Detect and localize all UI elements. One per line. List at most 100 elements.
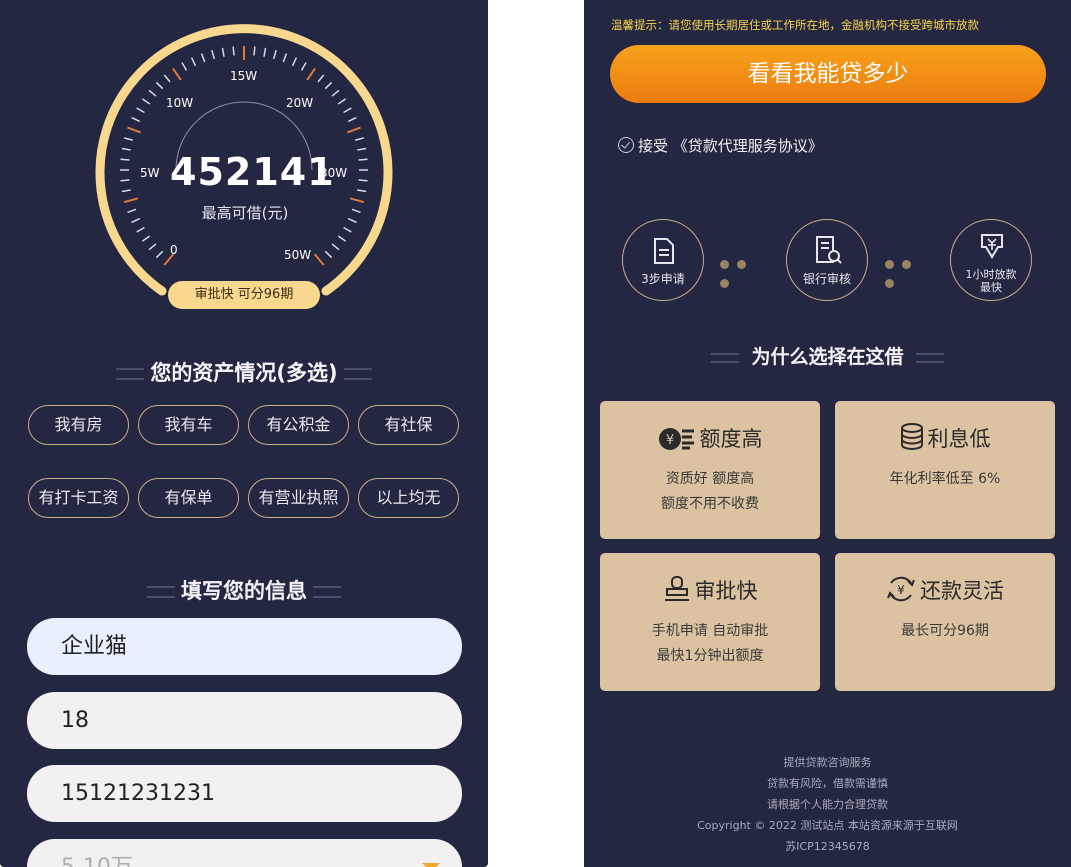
gauge-tick — [349, 197, 365, 204]
gauge-label-5w: 5W — [140, 166, 160, 180]
document-icon — [654, 238, 674, 264]
max-loan-label: 最高可借(元) — [201, 204, 289, 222]
agreement-row[interactable]: 接受 《贷款代理服务协议》 — [618, 135, 823, 156]
step-disburse-label: 1小时放款 — [965, 268, 1017, 281]
gauge-tick — [136, 226, 145, 233]
asset-option-none[interactable]: 以上均无 — [358, 478, 459, 518]
age-input[interactable]: 18 — [27, 692, 462, 749]
gauge-tick — [141, 235, 151, 242]
card-head: ¥ 额度高 — [600, 423, 820, 453]
agree-check-icon[interactable] — [618, 137, 634, 153]
card-flexible-repayment: ¥ 还款灵活 最长可分96期 — [835, 553, 1055, 691]
loan-amount-select[interactable]: 5-10万 — [27, 839, 462, 867]
name-input[interactable]: 企业猫 — [27, 618, 462, 675]
gauge-tick — [127, 126, 141, 134]
why-title-text: 为什么选择在这借 — [751, 346, 904, 368]
gauge-tick — [282, 53, 288, 63]
footer-line: 提供贷款咨询服务 — [783, 756, 872, 769]
card-title: 还款灵活 — [920, 579, 1004, 603]
gauge-tick — [148, 243, 157, 251]
gauge-tick — [211, 50, 215, 60]
yen-download-icon — [981, 234, 1003, 259]
gauge-tick — [306, 67, 316, 81]
title-decoration — [313, 586, 341, 598]
yen-cycle-icon: ¥ — [887, 576, 915, 602]
card-head: 利息低 — [835, 423, 1055, 453]
card-line: 额度不用不收费 — [661, 496, 759, 512]
gauge-label-15w: 15W — [230, 69, 258, 83]
gauge-label-20w: 20W — [286, 96, 314, 110]
card-fast-approval: 审批快 手机申请 自动审批 最快1分钟出额度 — [600, 553, 820, 691]
gauge-tick — [124, 137, 134, 141]
gauge-tick — [120, 158, 130, 161]
gauge-tick — [357, 189, 367, 193]
asset-option-house[interactable]: 我有房 — [28, 405, 129, 445]
card-head: 审批快 — [600, 575, 820, 605]
card-desc: 资质好 额度高 额度不用不收费 — [600, 467, 820, 517]
gauge-tick — [300, 62, 307, 71]
card-low-interest: 利息低 年化利率低至 6% — [835, 401, 1055, 539]
gauge-label-10w: 10W — [166, 96, 194, 110]
card-line: 手机申请 自动审批 — [651, 623, 769, 639]
asset-option-salary[interactable]: 有打卡工资 — [28, 478, 129, 518]
gauge-tick — [263, 47, 267, 57]
card-desc: 手机申请 自动审批 最快1分钟出额度 — [600, 619, 820, 669]
asset-option-business-license[interactable]: 有营业执照 — [248, 478, 349, 518]
asset-option-social-security[interactable]: 有社保 — [358, 405, 459, 445]
phone-input[interactable]: 15121231231 — [27, 765, 462, 822]
card-desc: 年化利率低至 6% — [835, 467, 1055, 492]
card-line: 资质好 额度高 — [665, 471, 755, 487]
agree-prefix: 接受 — [638, 137, 669, 155]
asset-option-insurance[interactable]: 有保单 — [138, 478, 239, 518]
gauge-tick — [155, 250, 164, 259]
agreement-link[interactable]: 《贷款代理服务协议》 — [673, 137, 823, 155]
gauge-label-50w: 50W — [284, 248, 312, 262]
step-apply: 3步申请 — [622, 219, 704, 301]
card-title: 额度高 — [699, 427, 763, 451]
gauge-tick — [232, 46, 235, 56]
footer: 提供贷款咨询服务 贷款有风险，借款需谨慎 请根据个人能力合理贷款 Copyrig… — [584, 752, 1071, 857]
title-decoration — [116, 368, 145, 380]
gauge-tick — [200, 53, 206, 63]
loan-amount-value: 5-10万 — [61, 855, 133, 867]
loan-gauge: 0 5W 10W 15W 20W 30W 50W 452141 最高可借(元) … — [0, 0, 488, 320]
svg-text:¥: ¥ — [897, 583, 905, 597]
warm-tip: 温馨提示：请您使用长期居住或工作所在地，金融机构不接受跨城市放款 — [611, 18, 979, 32]
assets-section-title: 您的资产情况(多选) — [0, 357, 488, 387]
footer-icp[interactable]: 苏ICP12345678 — [584, 836, 1071, 857]
gauge-tick — [121, 189, 131, 193]
step-review: 银行审核 — [786, 219, 868, 301]
gauge-tick — [273, 50, 277, 60]
svg-text:¥: ¥ — [665, 433, 673, 448]
title-decoration — [915, 352, 944, 363]
gauge-tick — [354, 137, 364, 141]
card-desc: 最长可分96期 — [835, 619, 1055, 644]
gauge-tick — [148, 89, 157, 97]
info-title-text: 填写您的信息 — [181, 579, 307, 603]
gauge-tick — [324, 250, 333, 259]
max-loan-amount: 452141 — [170, 150, 335, 194]
gauge-tick — [163, 74, 171, 83]
title-decoration — [147, 586, 175, 598]
asset-option-housing-fund[interactable]: 有公积金 — [248, 405, 349, 445]
gauge-tick — [155, 81, 164, 90]
gauge-tick — [337, 98, 347, 105]
gauge-tick — [347, 217, 357, 224]
step-disburse: 1小时放款 最快 — [950, 219, 1032, 301]
gauge-tick — [190, 57, 197, 67]
gauge-tick — [141, 98, 151, 105]
gauge-tick — [357, 147, 367, 151]
step-dots — [720, 254, 768, 288]
left-screen: 0 5W 10W 15W 20W 30W 50W 452141 最高可借(元) … — [0, 0, 488, 867]
card-line: 最长可分96期 — [901, 623, 989, 639]
asset-option-car[interactable]: 我有车 — [138, 405, 239, 445]
gauge-tick — [343, 107, 352, 114]
check-loan-button[interactable]: 看看我能贷多少 — [610, 45, 1046, 103]
dropdown-arrow-icon — [422, 863, 440, 867]
gauge-tick — [343, 226, 352, 233]
approval-badge: 审批快 可分96期 — [168, 281, 320, 309]
footer-line: 请根据个人能力合理贷款 — [767, 798, 888, 811]
gauge-tick — [317, 74, 325, 83]
right-screen: 温馨提示：请您使用长期居住或工作所在地，金融机构不接受跨城市放款 看看我能贷多少… — [584, 0, 1071, 867]
step-review-label: 银行审核 — [802, 272, 851, 286]
